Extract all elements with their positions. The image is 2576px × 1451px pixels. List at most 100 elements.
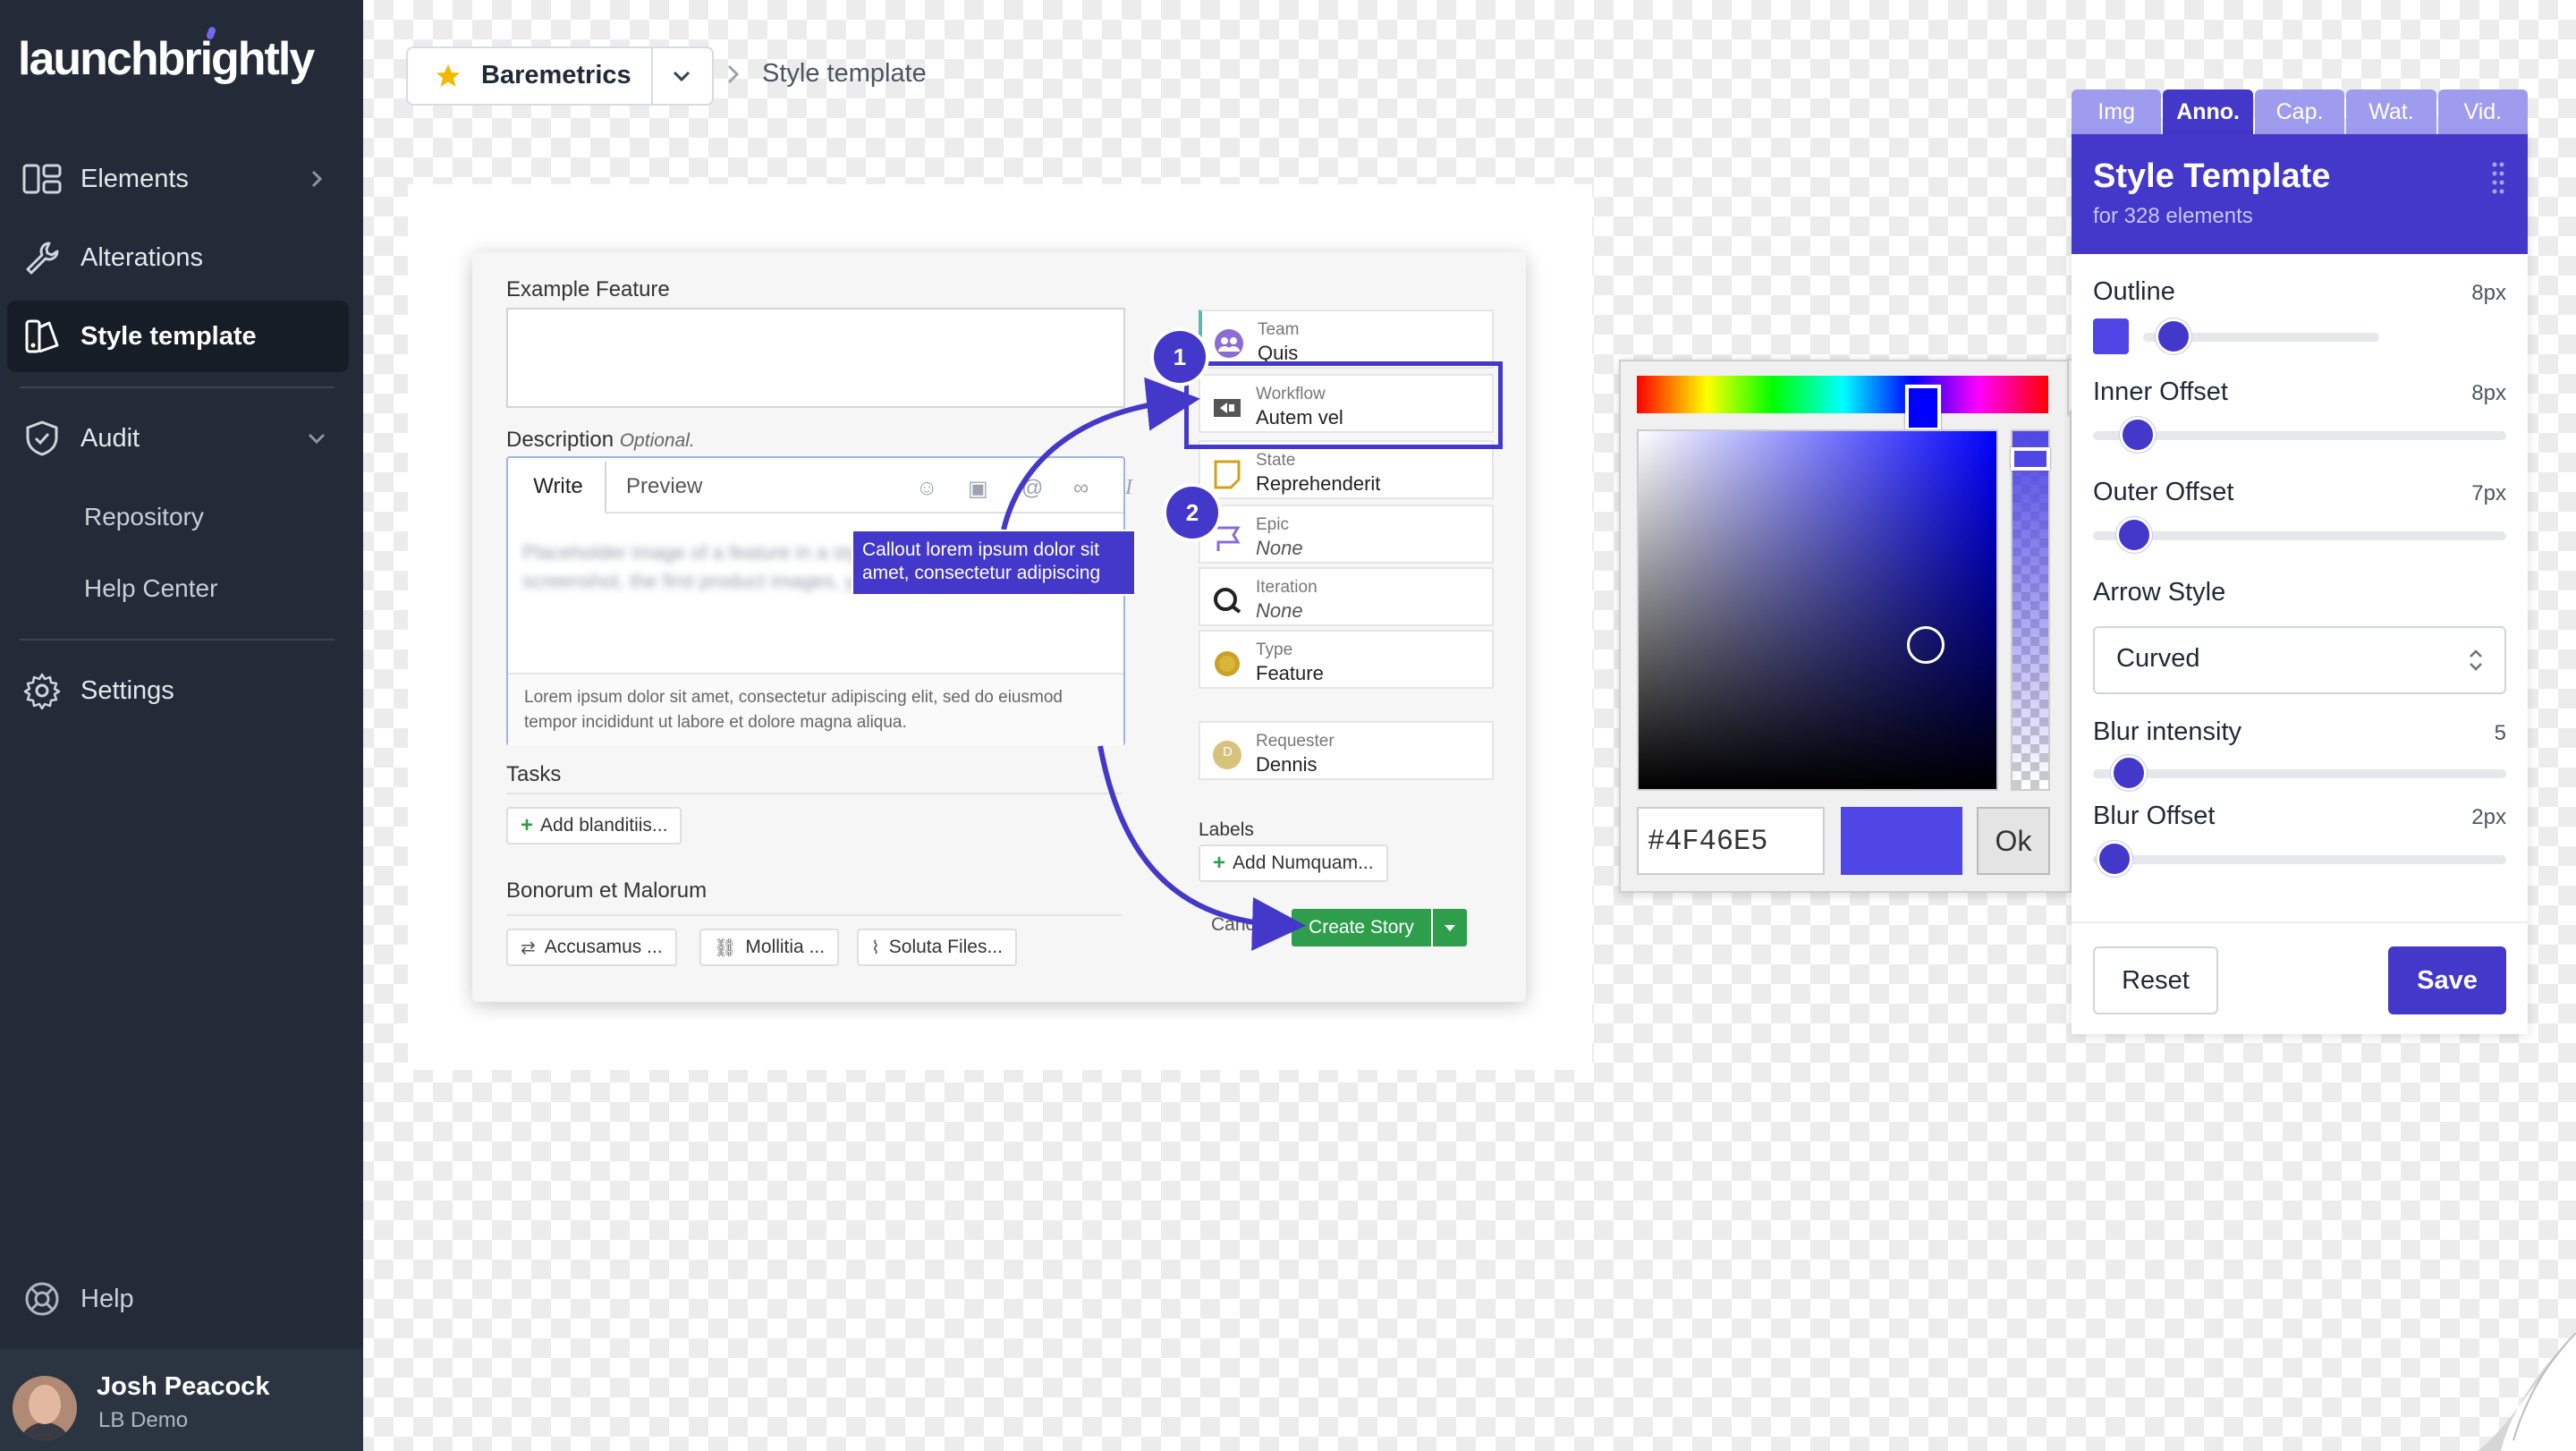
nav-elements[interactable]: Elements bbox=[7, 143, 349, 215]
tab-preview[interactable]: Preview bbox=[626, 474, 702, 499]
description-label: Description Optional. bbox=[506, 428, 695, 452]
panel-header: Style Template for 328 elements bbox=[2072, 134, 2528, 254]
tab-wat[interactable]: Wat. bbox=[2346, 89, 2436, 134]
tab-vid[interactable]: Vid. bbox=[2437, 89, 2529, 134]
tab-anno[interactable]: Anno. bbox=[2163, 89, 2253, 134]
inner-offset-value: 8px bbox=[2471, 381, 2506, 405]
field-iteration[interactable]: Iteration None bbox=[1199, 567, 1494, 626]
helper-text: Lorem ipsum dolor sit amet, consectetur … bbox=[524, 688, 1063, 732]
annotation-callout[interactable]: Callout lorem ipsum dolor sit amet, cons… bbox=[852, 530, 1136, 596]
alpha-slider[interactable] bbox=[2011, 429, 2050, 791]
image-icon[interactable]: ▣ bbox=[968, 476, 988, 502]
outline-label: Outline bbox=[2093, 277, 2175, 306]
hex-input[interactable]: #4F46E5 bbox=[1637, 807, 1825, 875]
outer-offset-slider[interactable] bbox=[2093, 531, 2506, 540]
alpha-handle[interactable] bbox=[2011, 447, 2050, 471]
annotation-highlight[interactable] bbox=[1184, 361, 1503, 449]
create-dropdown-button[interactable] bbox=[1433, 909, 1467, 946]
chevron-right-icon bbox=[727, 64, 740, 84]
annotation-badge-2[interactable]: 2 bbox=[1166, 487, 1218, 539]
style-template-icon bbox=[20, 314, 64, 359]
mention-icon[interactable]: @ bbox=[1021, 476, 1043, 501]
add-task-button[interactable]: + Add blanditiis... bbox=[506, 807, 682, 844]
hue-slider[interactable] bbox=[1637, 376, 2048, 431]
gear-icon bbox=[20, 668, 64, 713]
link-icon[interactable]: ∞ bbox=[1073, 476, 1089, 501]
add-label-button[interactable]: + Add Numquam... bbox=[1199, 844, 1388, 882]
field-type[interactable]: Type Feature bbox=[1199, 630, 1494, 689]
arrow-style-label: Arrow Style bbox=[2093, 578, 2226, 607]
nav-alterations-label: Alterations bbox=[80, 242, 204, 272]
italic-icon[interactable]: I bbox=[1125, 476, 1132, 500]
chip-accusamus[interactable]: ⇄ Accusamus ... bbox=[506, 929, 677, 966]
chip-soluta-files[interactable]: ⌇ Soluta Files... bbox=[857, 929, 1017, 966]
color-handle[interactable] bbox=[1907, 626, 1945, 664]
field-epic[interactable]: Epic None bbox=[1199, 505, 1494, 564]
swap-icon: ⇄ bbox=[521, 938, 536, 958]
outline-color-chip[interactable] bbox=[2093, 318, 2129, 354]
panel-title: Style Template bbox=[2093, 157, 2331, 195]
tasks-label: Tasks bbox=[506, 762, 562, 786]
outer-offset-value: 7px bbox=[2471, 481, 2506, 505]
outer-offset-label: Outer Offset bbox=[2093, 478, 2234, 506]
chevron-down-icon[interactable] bbox=[664, 61, 699, 93]
user-menu[interactable]: Josh Peacock LB Demo bbox=[0, 1349, 363, 1451]
wrench-icon bbox=[20, 235, 64, 280]
nav-help[interactable]: Help bbox=[7, 1263, 349, 1335]
divider bbox=[20, 386, 335, 388]
chevron-down-icon bbox=[308, 433, 326, 445]
arrow-style-select[interactable]: Curved bbox=[2093, 626, 2506, 694]
hue-handle[interactable] bbox=[1905, 385, 1941, 431]
elements-icon bbox=[20, 157, 64, 201]
tab-write[interactable]: Write bbox=[512, 462, 606, 512]
field-team[interactable]: Team Quis bbox=[1199, 310, 1494, 369]
description-editor[interactable]: Write Preview ☺ ▣ @ ∞ I Placeholder imag… bbox=[506, 456, 1132, 746]
drag-handle-icon[interactable] bbox=[2492, 161, 2504, 195]
nav-style-template[interactable]: Style template bbox=[7, 301, 349, 372]
shield-check-icon bbox=[20, 416, 64, 461]
cancel-button[interactable]: Cancel bbox=[1211, 914, 1269, 936]
user-org: LB Demo bbox=[98, 1408, 189, 1432]
tab-img[interactable]: Img bbox=[2072, 89, 2162, 134]
blur-intensity-slider-thumb[interactable] bbox=[2111, 755, 2147, 791]
sidebar: launchbrightly Elements Alterations Styl… bbox=[0, 0, 363, 1451]
nav-audit[interactable]: Audit bbox=[7, 403, 349, 474]
nav-help-center[interactable]: Help Center bbox=[84, 574, 217, 603]
inner-offset-label: Inner Offset bbox=[2093, 378, 2228, 406]
chip-mollitia[interactable]: ⛓ Mollitia ... bbox=[699, 929, 840, 966]
ok-button[interactable]: Ok bbox=[1977, 807, 2050, 875]
nav-elements-label: Elements bbox=[80, 164, 189, 193]
logo[interactable]: launchbrightly bbox=[18, 26, 315, 86]
annotation-badge-1[interactable]: 1 bbox=[1154, 331, 1206, 383]
blur-offset-slider[interactable] bbox=[2093, 855, 2506, 864]
outline-slider-thumb[interactable] bbox=[2156, 318, 2191, 354]
arrow-style-value: Curved bbox=[2116, 644, 2200, 673]
blur-offset-slider-thumb[interactable] bbox=[2097, 841, 2132, 877]
inner-offset-slider-thumb[interactable] bbox=[2120, 417, 2156, 453]
color-picker: #4F46E5 Ok bbox=[1619, 360, 2072, 893]
create-story-button[interactable]: Create Story bbox=[1292, 909, 1431, 946]
outer-offset-slider-thumb[interactable] bbox=[2116, 517, 2152, 553]
nav-audit-label: Audit bbox=[80, 423, 140, 453]
project-switcher[interactable]: Baremetrics bbox=[406, 47, 714, 106]
emoji-icon[interactable]: ☺ bbox=[916, 476, 938, 501]
saturation-value-area[interactable] bbox=[1637, 429, 1998, 791]
link-icon: ⛓ bbox=[714, 938, 737, 958]
blur-intensity-label: Blur intensity bbox=[2093, 717, 2242, 746]
divider bbox=[20, 639, 335, 641]
nav-style-template-label: Style template bbox=[80, 321, 257, 351]
avatar bbox=[13, 1376, 77, 1440]
divider bbox=[605, 512, 1123, 513]
feature-input[interactable] bbox=[506, 308, 1125, 408]
breadcrumb-current: Style template bbox=[762, 59, 927, 88]
field-requester[interactable]: D Requester Dennis bbox=[1199, 721, 1494, 780]
save-button[interactable]: Save bbox=[2388, 946, 2506, 1014]
nav-settings[interactable]: Settings bbox=[7, 655, 349, 726]
nav-repository[interactable]: Repository bbox=[84, 503, 204, 531]
panel-subtitle: for 328 elements bbox=[2093, 204, 2253, 228]
nav-alterations[interactable]: Alterations bbox=[7, 222, 349, 293]
tab-cap[interactable]: Cap. bbox=[2254, 89, 2345, 134]
reset-button[interactable]: Reset bbox=[2093, 946, 2218, 1014]
caret-down-icon bbox=[1445, 925, 1455, 931]
blur-intensity-slider[interactable] bbox=[2093, 769, 2506, 778]
